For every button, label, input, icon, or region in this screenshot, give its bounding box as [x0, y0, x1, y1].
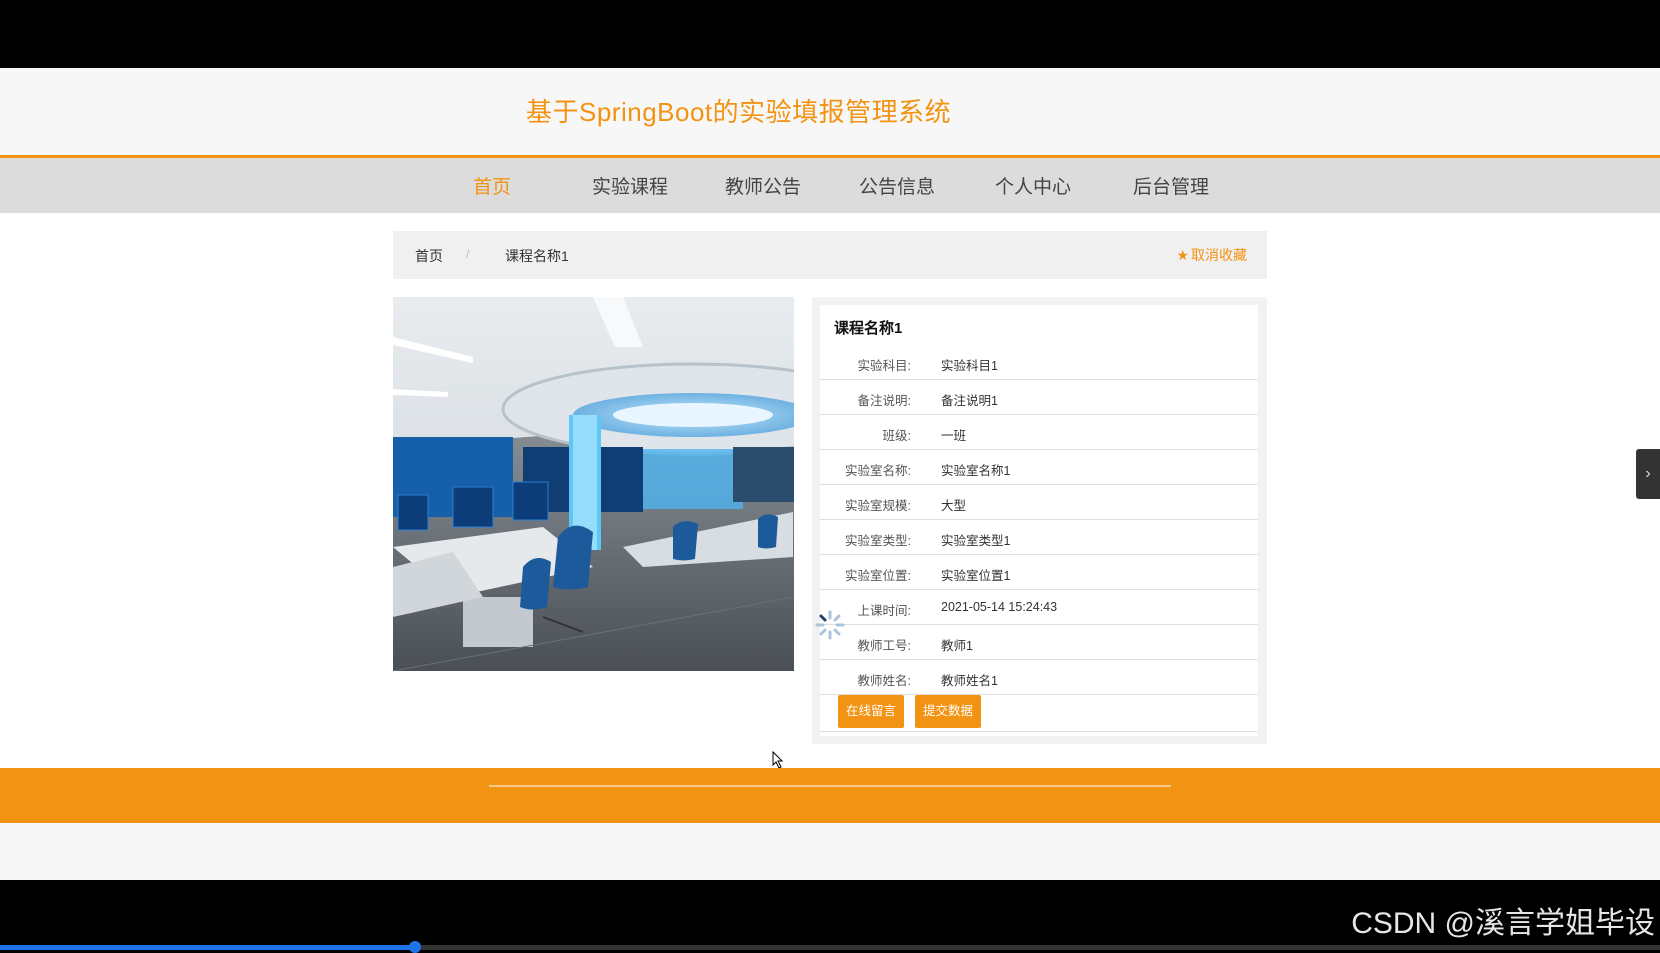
main-content: 首页 / 课程名称1 ★ 取消收藏 课程名称1 实验科目: 实验科目1 备注说明…	[0, 213, 1660, 769]
side-panel-toggle[interactable]: ›	[1636, 449, 1660, 499]
breadcrumb: 首页 / 课程名称1 ★ 取消收藏	[393, 231, 1267, 279]
breadcrumb-home-link[interactable]: 首页	[415, 246, 443, 266]
footer	[0, 768, 1660, 823]
breadcrumb-separator: /	[466, 247, 470, 261]
nav-item-announcements[interactable]: 公告信息	[859, 172, 935, 199]
detail-label: 班级:	[882, 429, 911, 443]
detail-row: 班级: 一班	[820, 415, 1258, 450]
detail-row: 教师工号: 教师1	[820, 625, 1258, 660]
detail-row: 上课时间: 2021-05-14 15:24:43	[820, 590, 1258, 625]
detail-label: 实验室位置:	[845, 569, 911, 583]
detail-label: 实验室规模:	[845, 499, 911, 513]
loading-spinner-icon	[814, 609, 846, 646]
detail-value: 一班	[941, 429, 967, 443]
detail-actions: 在线留言 提交数据	[820, 691, 1258, 732]
detail-value: 备注说明1	[941, 394, 998, 408]
online-message-button[interactable]: 在线留言	[838, 695, 905, 728]
footer-divider	[489, 785, 1171, 787]
unfavorite-label: 取消收藏	[1191, 247, 1247, 263]
detail-value: 教师姓名1	[941, 674, 998, 688]
detail-row: 备注说明: 备注说明1	[820, 380, 1258, 415]
submit-data-button[interactable]: 提交数据	[915, 695, 982, 728]
video-progress-handle[interactable]	[409, 941, 421, 953]
video-bottom-letterbox: CSDN @溪言学姐毕设	[0, 880, 1660, 953]
detail-row: 实验室位置: 实验室位置1	[820, 555, 1258, 590]
nav-item-admin[interactable]: 后台管理	[1133, 172, 1209, 199]
course-title: 课程名称1	[834, 320, 903, 337]
breadcrumb-current: 课程名称1	[505, 248, 569, 264]
detail-label: 备注说明:	[857, 394, 911, 408]
detail-label: 实验科目:	[857, 359, 911, 373]
course-details-panel: 课程名称1 实验科目: 实验科目1 备注说明: 备注说明1 班级: 一班 实验室…	[812, 297, 1267, 744]
site-title: 基于SpringBoot的实验填报管理系统	[526, 97, 952, 127]
detail-value: 教师1	[941, 639, 973, 653]
video-top-letterbox	[0, 0, 1660, 68]
detail-value: 实验室名称1	[941, 464, 1011, 478]
course-image	[393, 297, 794, 671]
detail-value: 实验科目1	[941, 359, 998, 373]
main-nav: 首页 实验课程 教师公告 公告信息 个人中心 后台管理	[0, 155, 1660, 216]
nav-item-courses[interactable]: 实验课程	[592, 172, 668, 199]
detail-label: 上课时间:	[857, 604, 911, 618]
detail-row: 实验室类型: 实验室类型1	[820, 520, 1258, 555]
detail-value: 大型	[941, 499, 967, 513]
detail-value: 2021-05-14 15:24:43	[941, 600, 1058, 614]
nav-item-teacher-notices[interactable]: 教师公告	[725, 172, 801, 199]
detail-label: 教师工号:	[857, 639, 911, 653]
detail-row: 教师姓名: 教师姓名1	[820, 660, 1258, 695]
detail-value: 实验室类型1	[941, 534, 1011, 548]
detail-label: 实验室类型:	[845, 534, 911, 548]
nav-item-personal-center[interactable]: 个人中心	[995, 172, 1071, 199]
detail-label: 实验室名称:	[845, 464, 911, 478]
video-progress-bar[interactable]	[0, 941, 1660, 953]
star-icon: ★	[1176, 247, 1189, 263]
page: 基于SpringBoot的实验填报管理系统 首页 实验课程 教师公告 公告信息 …	[0, 68, 1660, 880]
course-details-card: 课程名称1 实验科目: 实验科目1 备注说明: 备注说明1 班级: 一班 实验室…	[820, 305, 1258, 736]
unfavorite-button[interactable]: ★ 取消收藏	[1176, 245, 1247, 265]
detail-row: 实验室名称: 实验室名称1	[820, 450, 1258, 485]
watermark: CSDN @溪言学姐毕设	[1351, 907, 1655, 940]
detail-value: 实验室位置1	[941, 569, 1011, 583]
video-progress-fill	[0, 945, 415, 950]
chevron-right-icon: ›	[1645, 465, 1651, 482]
detail-row: 实验室规模: 大型	[820, 485, 1258, 520]
nav-item-home[interactable]: 首页	[473, 172, 511, 199]
detail-row: 实验科目: 实验科目1	[820, 345, 1258, 380]
detail-label: 教师姓名:	[857, 674, 911, 688]
